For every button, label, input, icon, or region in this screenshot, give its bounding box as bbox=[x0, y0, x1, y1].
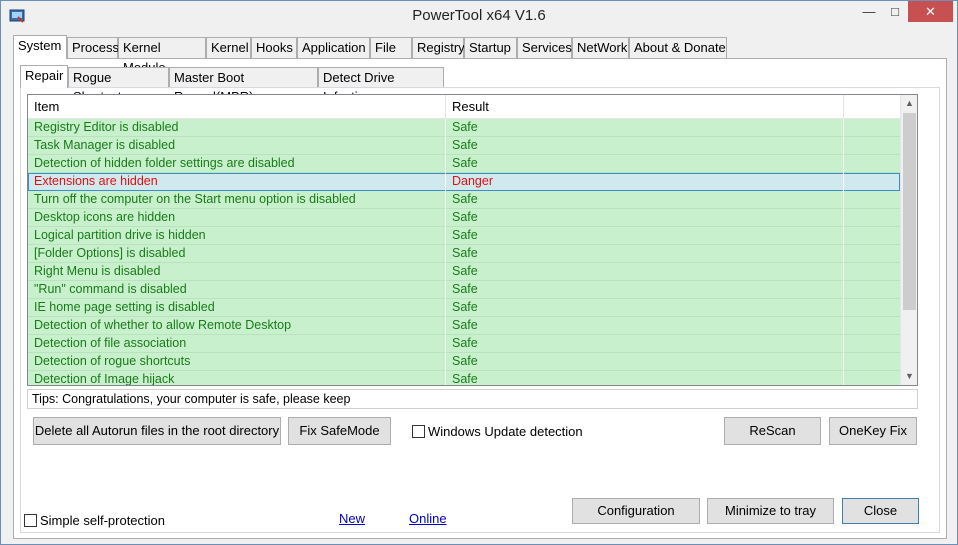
result-cell: Safe bbox=[446, 191, 844, 209]
item-cell: Detection of hidden folder settings are … bbox=[28, 155, 446, 173]
subtab-rogue-shortcuts[interactable]: Rogue Shortcuts bbox=[68, 67, 169, 104]
column-header-item[interactable]: Item bbox=[28, 95, 446, 119]
table-row[interactable]: Desktop icons are hidden Safe bbox=[28, 209, 900, 227]
item-cell: Right Menu is disabled bbox=[28, 263, 446, 281]
table-row[interactable]: Logical partition drive is hidden Safe bbox=[28, 227, 900, 245]
table-row[interactable]: Turn off the computer on the Start menu … bbox=[28, 191, 900, 209]
close-button[interactable]: Close bbox=[842, 498, 919, 524]
column-header-result[interactable]: Result bbox=[446, 95, 844, 119]
result-cell: Safe bbox=[446, 137, 844, 155]
table-row[interactable]: Registry Editor is disabled Safe bbox=[28, 119, 900, 137]
window-title: PowerTool x64 V1.6 bbox=[412, 7, 546, 24]
checkbox-icon[interactable] bbox=[24, 514, 37, 527]
self-protection-label: Simple self-protection bbox=[40, 513, 165, 528]
close-window-button[interactable]: ✕ bbox=[908, 1, 953, 22]
tips-status: Tips: Congratulations, your computer is … bbox=[27, 389, 918, 409]
table-row[interactable]: Detection of rogue shortcuts Safe bbox=[28, 353, 900, 371]
tab-hooks[interactable]: Hooks bbox=[251, 37, 297, 58]
table-row[interactable]: Right Menu is disabled Safe bbox=[28, 263, 900, 281]
self-protection-checkbox[interactable]: Simple self-protection bbox=[24, 513, 165, 529]
delete-autorun-button[interactable]: Delete all Autorun files in the root dir… bbox=[33, 417, 281, 445]
table-row[interactable]: Task Manager is disabled Safe bbox=[28, 137, 900, 155]
table-row-danger[interactable]: Extensions are hidden Danger bbox=[28, 173, 900, 191]
onekey-fix-button[interactable]: OneKey Fix bbox=[829, 417, 917, 445]
result-cell: Safe bbox=[446, 371, 844, 385]
fix-safemode-button[interactable]: Fix SafeMode bbox=[288, 417, 391, 445]
tab-file[interactable]: File bbox=[370, 37, 412, 58]
result-cell: Safe bbox=[446, 227, 844, 245]
configuration-button[interactable]: Configuration bbox=[572, 498, 700, 524]
subtab-detect-drive-infection[interactable]: Detect Drive Infection bbox=[318, 67, 444, 104]
result-cell: Safe bbox=[446, 263, 844, 281]
item-cell: Extensions are hidden bbox=[28, 173, 446, 191]
title-bar[interactable]: PowerTool x64 V1.6 — □ ✕ bbox=[1, 1, 957, 31]
subtab-mbr[interactable]: Master Boot Record(MBR) bbox=[169, 67, 318, 104]
tab-kernel-module[interactable]: Kernel Module bbox=[118, 37, 206, 75]
item-cell: Detection of whether to allow Remote Des… bbox=[28, 317, 446, 335]
result-cell: Safe bbox=[446, 209, 844, 227]
tab-application[interactable]: Application bbox=[297, 37, 370, 58]
scroll-down-icon[interactable]: ▼ bbox=[901, 368, 917, 385]
table-row[interactable]: [Folder Options] is disabled Safe bbox=[28, 245, 900, 263]
tab-about-donate[interactable]: About & Donate bbox=[629, 37, 727, 58]
app-window: PowerTool x64 V1.6 — □ ✕ System Process … bbox=[0, 0, 958, 545]
vertical-scrollbar[interactable]: ▲ ▼ bbox=[900, 95, 917, 385]
scrollbar-thumb[interactable] bbox=[903, 113, 916, 310]
online-update-link[interactable]: Online Update bbox=[409, 512, 459, 526]
result-cell: Safe bbox=[446, 281, 844, 299]
table-row[interactable]: Detection of hidden folder settings are … bbox=[28, 155, 900, 173]
scroll-up-icon[interactable]: ▲ bbox=[901, 95, 917, 112]
item-cell: Detection of file association bbox=[28, 335, 446, 353]
table-row[interactable]: Detection of whether to allow Remote Des… bbox=[28, 317, 900, 335]
result-cell: Safe bbox=[446, 119, 844, 137]
tab-process[interactable]: Process bbox=[67, 37, 119, 58]
list-header: Item Result bbox=[28, 95, 900, 119]
repair-items-list[interactable]: Item Result Registry Editor is disabled S… bbox=[27, 94, 918, 386]
result-cell: Safe bbox=[446, 299, 844, 317]
table-row[interactable]: IE home page setting is disabled Safe bbox=[28, 299, 900, 317]
item-cell: Logical partition drive is hidden bbox=[28, 227, 446, 245]
item-cell: "Run" command is disabled bbox=[28, 281, 446, 299]
result-cell: Safe bbox=[446, 317, 844, 335]
new-version-link[interactable]: New Version bbox=[339, 512, 385, 526]
item-cell: Desktop icons are hidden bbox=[28, 209, 446, 227]
tab-startup[interactable]: Startup bbox=[464, 37, 517, 58]
tab-network[interactable]: NetWork bbox=[572, 37, 629, 58]
result-cell: Safe bbox=[446, 155, 844, 173]
result-cell: Danger bbox=[446, 173, 844, 191]
item-cell: Turn off the computer on the Start menu … bbox=[28, 191, 446, 209]
item-cell: Detection of rogue shortcuts bbox=[28, 353, 446, 371]
result-cell: Safe bbox=[446, 335, 844, 353]
table-row[interactable]: "Run" command is disabled Safe bbox=[28, 281, 900, 299]
tab-kernel[interactable]: Kernel bbox=[206, 37, 251, 58]
item-cell: IE home page setting is disabled bbox=[28, 299, 446, 317]
maximize-window-button[interactable]: □ bbox=[882, 1, 908, 22]
minimize-window-button[interactable]: — bbox=[856, 1, 882, 22]
result-cell: Safe bbox=[446, 353, 844, 371]
subtab-repair[interactable]: Repair bbox=[20, 65, 68, 88]
minimize-to-tray-button[interactable]: Minimize to tray bbox=[707, 498, 834, 524]
windows-update-checkbox[interactable]: Windows Update detection bbox=[412, 424, 583, 440]
item-cell: Detection of Image hijack bbox=[28, 371, 446, 385]
windows-update-label: Windows Update detection bbox=[428, 424, 583, 439]
item-cell: Task Manager is disabled bbox=[28, 137, 446, 155]
item-cell: Registry Editor is disabled bbox=[28, 119, 446, 137]
table-row[interactable]: Detection of Image hijack Safe bbox=[28, 371, 900, 385]
tab-system[interactable]: System bbox=[13, 35, 67, 59]
tab-services[interactable]: Services bbox=[517, 37, 572, 58]
tab-registry[interactable]: Registry bbox=[412, 37, 465, 58]
table-row[interactable]: Detection of file association Safe bbox=[28, 335, 900, 353]
item-cell: [Folder Options] is disabled bbox=[28, 245, 446, 263]
rescan-button[interactable]: ReScan bbox=[724, 417, 821, 445]
checkbox-icon[interactable] bbox=[412, 425, 425, 438]
list-rows: Registry Editor is disabled Safe Task Man… bbox=[28, 119, 900, 385]
result-cell: Safe bbox=[446, 245, 844, 263]
